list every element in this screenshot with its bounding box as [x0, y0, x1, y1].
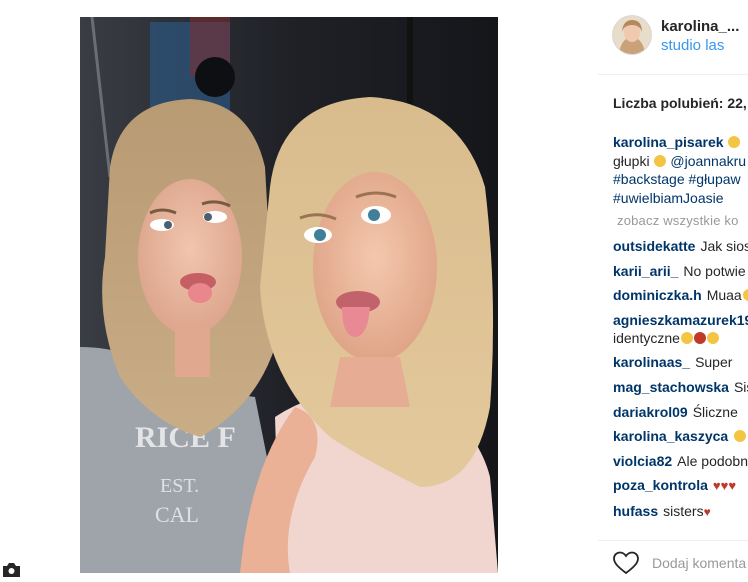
comment-text: Muaa	[706, 287, 742, 304]
caption-mention[interactable]: @joannakru	[670, 153, 746, 169]
comment-username[interactable]: agnieszkamazurek19	[613, 312, 748, 328]
comment-username[interactable]: outsidekatte	[613, 238, 695, 254]
list-item: poza_kontrola ♥♥♥	[613, 476, 748, 495]
post-footer: Dodaj komenta	[598, 540, 748, 577]
list-item: agnieszkamazurek19 identyczne	[613, 311, 748, 347]
post-details-panel: karolina_... studio las Liczba polubień:…	[598, 0, 748, 577]
list-item: outsidekatte Jak sios	[613, 237, 748, 255]
hashtag-glupaw[interactable]: #głupaw	[689, 171, 741, 187]
comment-username[interactable]: poza_kontrola	[613, 477, 708, 493]
list-item: karolinaas_ Super	[613, 353, 748, 371]
heart-icon[interactable]	[612, 551, 640, 575]
comment-text: Jak sios	[700, 238, 748, 254]
post-username[interactable]: karolina_...	[661, 18, 739, 35]
post-location[interactable]: studio las	[661, 37, 724, 54]
avatar[interactable]	[612, 15, 652, 55]
view-all-comments-button[interactable]: zobacz wszystkie ko	[617, 213, 739, 228]
svg-text:CAL: CAL	[155, 502, 199, 527]
comment-text: identyczne	[613, 329, 680, 346]
comment-text: sisters	[663, 502, 704, 519]
comment-username[interactable]: karolinaas_	[613, 354, 690, 370]
list-item: dominiczka.h Muaa	[613, 286, 748, 304]
caption-username[interactable]: karolina_pisarek	[613, 134, 724, 150]
smile-emoji-icon	[734, 430, 747, 443]
post-photo[interactable]: RICE F EST. CAL	[80, 17, 498, 573]
face-emoji-icon	[680, 331, 693, 344]
post-header: karolina_... studio las	[598, 0, 748, 75]
list-item: violcia82 Ale podobn	[613, 452, 748, 470]
comment-text: Śliczne	[692, 403, 738, 420]
comment-username[interactable]: hufass	[613, 503, 658, 519]
comment-username[interactable]: dariakrol09	[613, 404, 688, 420]
tongue-emoji-icon	[654, 154, 667, 167]
face-emoji-icon	[728, 136, 741, 148]
post-caption: karolina_pisarek głupki @joannakru #back…	[613, 133, 748, 207]
comment-username[interactable]: karii_arii_	[613, 263, 678, 279]
hashtag-backstage[interactable]: #backstage	[613, 171, 685, 187]
camera-icon	[0, 560, 22, 577]
list-item: mag_stachowska Sis	[613, 378, 748, 396]
add-comment-input[interactable]: Dodaj komenta	[652, 555, 746, 571]
comment-username[interactable]: karolina_kaszyca	[613, 428, 728, 444]
comment-text: Super	[695, 354, 733, 371]
list-item: karii_arii_ No potwie	[613, 262, 748, 280]
hashtag-uwielbiamjoasie[interactable]: #uwielbiamJoasie	[613, 190, 724, 206]
heart-emoji-icon: ♥♥♥	[712, 478, 737, 494]
svg-text:EST.: EST.	[160, 475, 199, 497]
comment-username[interactable]: mag_stachowska	[613, 379, 729, 395]
list-item: hufass sisters♥	[613, 502, 748, 521]
devil-emoji-icon	[693, 331, 706, 344]
comment-username[interactable]: dominiczka.h	[613, 287, 702, 303]
comment-list: outsidekatte Jak sios karii_arii_ No potwi…	[613, 237, 748, 528]
caption-text: głupki	[613, 152, 650, 169]
likes-count[interactable]: Liczba polubień: 22,	[613, 95, 747, 111]
smile-emoji-icon	[742, 289, 748, 302]
comment-text: No potwie	[683, 262, 746, 279]
hearts-emoji-icon: ♥	[703, 504, 711, 519]
list-item: dariakrol09 Śliczne	[613, 403, 748, 421]
comment-text: Ale podobn	[677, 452, 748, 469]
comment-text: Sis	[733, 378, 748, 395]
comment-username[interactable]: violcia82	[613, 453, 672, 469]
list-item: karolina_kaszyca	[613, 427, 748, 445]
face-emoji-icon	[706, 331, 719, 344]
